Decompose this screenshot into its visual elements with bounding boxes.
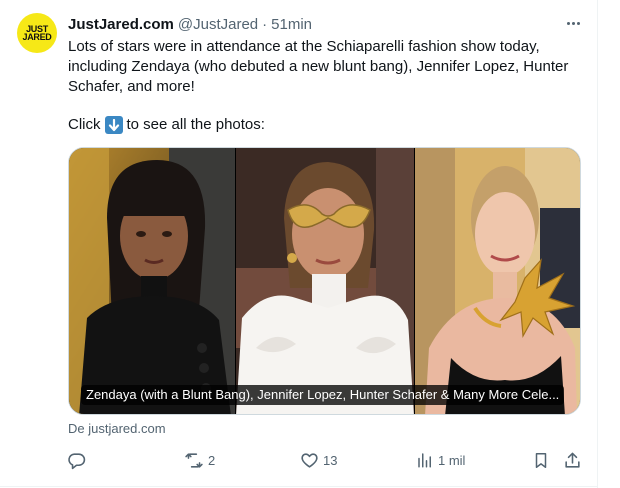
hunter-schafer-photo xyxy=(415,148,580,414)
link-source[interactable]: De justjared.com xyxy=(68,421,166,436)
retweet-icon xyxy=(184,451,204,470)
bookmark-button[interactable] xyxy=(532,443,550,477)
views-icon xyxy=(416,451,434,469)
bookmark-icon xyxy=(532,451,550,470)
timeline-right-border xyxy=(597,0,598,488)
zendaya-photo xyxy=(69,148,235,414)
like-count: 13 xyxy=(323,452,338,468)
like-button[interactable]: 13 xyxy=(300,443,337,477)
jennifer-lopez-photo xyxy=(236,148,414,414)
avatar-text-bottom: JARED xyxy=(22,32,52,42)
reply-button[interactable] xyxy=(67,443,86,477)
share-button[interactable] xyxy=(563,443,582,477)
avatar[interactable]: JUST JARED xyxy=(17,13,57,53)
click-prefix: Click xyxy=(68,116,101,133)
tweet-click-line: Click to see all the photos: xyxy=(68,115,265,135)
down-arrow-emoji-icon xyxy=(104,116,123,134)
more-options-icon[interactable] xyxy=(562,15,584,31)
tweet-text-line: Lots of stars were in attendance at the … xyxy=(68,38,569,95)
heart-icon xyxy=(300,451,319,470)
media-caption: Zendaya (with a Blunt Bang), Jennifer Lo… xyxy=(81,385,565,405)
share-icon xyxy=(563,451,582,470)
click-suffix: to see all the photos: xyxy=(126,116,265,133)
reply-icon xyxy=(67,451,86,470)
tweet-actions: 2 13 1 mil xyxy=(0,443,620,477)
retweet-count: 2 xyxy=(208,452,216,468)
retweet-button[interactable]: 2 xyxy=(184,443,215,477)
tweet-header: JustJared.com @JustJared · 51min xyxy=(68,14,312,34)
media-card[interactable]: Zendaya (with a Blunt Bang), Jennifer Lo… xyxy=(68,147,581,415)
tweet-bottom-border xyxy=(0,486,598,487)
author-name[interactable]: JustJared.com xyxy=(68,16,174,33)
separator-dot: · xyxy=(262,15,268,33)
views-button[interactable]: 1 mil xyxy=(416,443,465,477)
timestamp[interactable]: 51min xyxy=(271,16,312,33)
author-handle[interactable]: @JustJared xyxy=(178,16,258,33)
views-count: 1 mil xyxy=(438,452,466,468)
tweet-text: Lots of stars were in attendance at the … xyxy=(68,37,588,97)
